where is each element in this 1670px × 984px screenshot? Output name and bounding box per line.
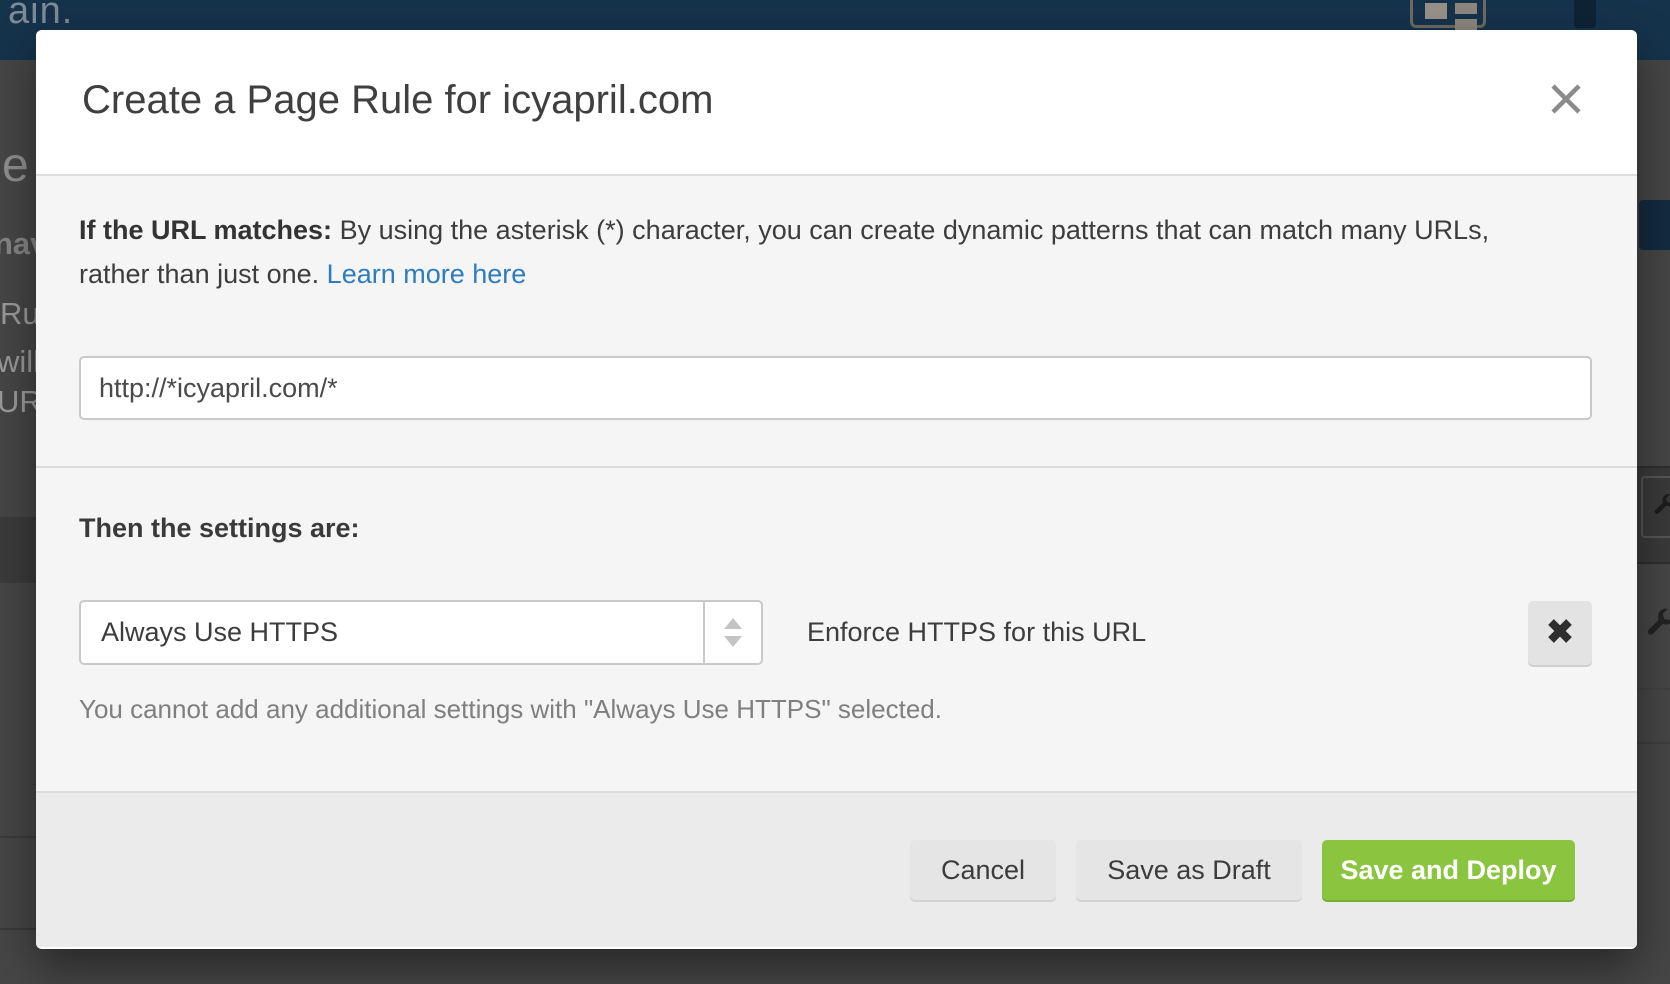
wrench-icon: [1643, 606, 1670, 640]
modal-title: Create a Page Rule for icyapril.com: [82, 78, 713, 123]
modal-footer: Cancel Save as Draft Save and Deploy: [36, 791, 1637, 947]
url-match-label: If the URL matches:: [79, 215, 332, 245]
layout-view-icon: [1410, 0, 1486, 28]
background-divider: [0, 836, 36, 838]
setting-select[interactable]: Always Use HTTPS: [79, 600, 763, 665]
url-match-description: If the URL matches: By using the asteris…: [79, 176, 1509, 296]
save-and-deploy-button[interactable]: Save and Deploy: [1322, 840, 1575, 900]
setting-description: Enforce HTTPS for this URL: [807, 617, 1528, 648]
page-root: ain. e nav Ru will UR Create a Page Rule…: [0, 0, 1670, 984]
background-button-fragment: [1639, 200, 1670, 250]
modal-header: Create a Page Rule for icyapril.com: [36, 30, 1637, 176]
heavy-x-icon: [1545, 616, 1575, 649]
url-pattern-input[interactable]: [79, 356, 1592, 420]
wrench-icon: [1641, 476, 1670, 538]
background-text-fragment: e: [2, 138, 29, 193]
learn-more-link[interactable]: Learn more here: [327, 259, 527, 289]
background-divider: [0, 928, 36, 930]
background-text-fragment: Ru: [0, 296, 40, 332]
create-page-rule-modal: Create a Page Rule for icyapril.com If t…: [36, 30, 1637, 949]
save-as-draft-button[interactable]: Save as Draft: [1076, 840, 1302, 900]
remove-setting-button[interactable]: [1528, 601, 1592, 665]
setting-helper-text: You cannot add any additional settings w…: [79, 694, 1592, 725]
setting-row: Always Use HTTPS Enforce HTTPS for this …: [79, 600, 1592, 665]
close-icon[interactable]: [1549, 82, 1583, 116]
background-table-band: [1637, 466, 1670, 564]
cancel-button[interactable]: Cancel: [910, 840, 1056, 900]
section-divider: [36, 466, 1637, 468]
header-icon-fragment: [1574, 0, 1596, 28]
modal-body: If the URL matches: By using the asteris…: [36, 176, 1637, 791]
background-header-text-fragment: ain.: [8, 0, 73, 33]
up-down-stepper-icon[interactable]: [703, 602, 761, 663]
setting-select-value: Always Use HTTPS: [81, 602, 703, 663]
background-text-fragment: will: [0, 344, 40, 380]
settings-heading: Then the settings are:: [79, 513, 1592, 544]
background-divider: [1637, 742, 1670, 744]
background-table-band: [0, 517, 36, 583]
background-divider: [1637, 688, 1670, 690]
